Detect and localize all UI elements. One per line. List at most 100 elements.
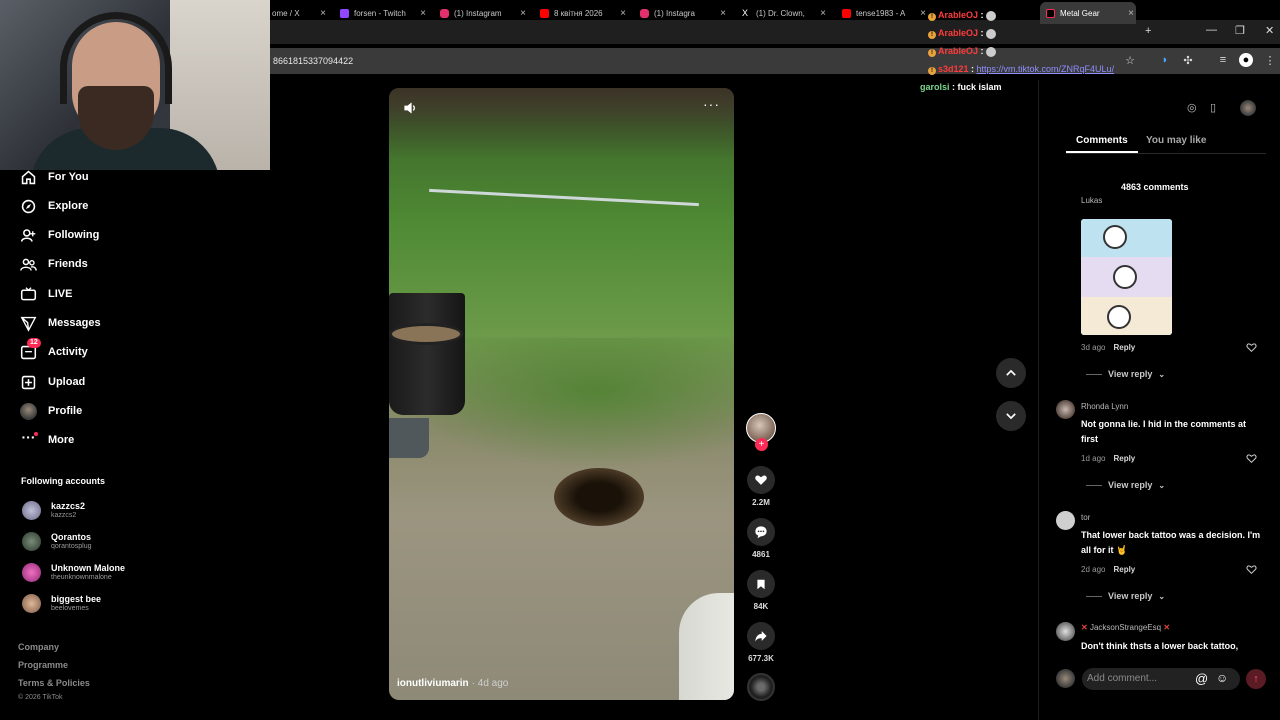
reply-button[interactable]: Reply — [1113, 565, 1135, 574]
following-account[interactable]: kazzcs2 kazzcs2 — [22, 498, 85, 522]
browser-tab[interactable]: ome / X × — [272, 2, 328, 24]
save-action[interactable]: 84K — [746, 570, 776, 611]
close-tab-icon[interactable]: × — [820, 8, 826, 19]
sidebar-item-for-you[interactable]: For You — [20, 167, 89, 187]
extension-icon[interactable]: ◗ — [1158, 53, 1172, 67]
heart-icon[interactable] — [747, 466, 775, 494]
close-window-icon[interactable]: ✕ — [1265, 24, 1274, 37]
x-logo-icon: X — [742, 7, 749, 18]
sidebar-item-label: Messages — [48, 317, 101, 329]
copyright: © 2026 TikTok — [18, 694, 63, 701]
chat-message: ! ArableOJ : — [920, 28, 997, 39]
avatar[interactable] — [1056, 511, 1075, 530]
following-account[interactable]: biggest bee beelovemes — [22, 591, 101, 615]
tab-you-may-like[interactable]: You may like — [1146, 135, 1206, 146]
puzzle-icon[interactable]: ✣ — [1181, 53, 1195, 67]
sidebar-item-label: Friends — [48, 258, 88, 270]
sidebar-item-explore[interactable]: Explore — [20, 196, 88, 216]
sidebar-item-activity[interactable]: 12 Activity — [20, 337, 88, 362]
music-disc[interactable] — [747, 673, 775, 701]
comment-username[interactable]: tor — [1081, 513, 1090, 522]
account-name: kazzcs2 — [51, 500, 86, 511]
next-video-button[interactable] — [996, 401, 1026, 431]
instagram-icon — [440, 8, 449, 18]
profile-avatar-icon[interactable]: ● — [1239, 53, 1253, 67]
restore-icon[interactable]: ❐ — [1235, 24, 1245, 37]
share-action[interactable]: 677.3K — [746, 622, 776, 663]
browser-tab-active[interactable]: Metal Gear × — [1040, 2, 1136, 24]
reply-button[interactable]: Reply — [1113, 343, 1135, 352]
bookmark-icon[interactable] — [747, 570, 775, 598]
compass-icon[interactable]: ◎ — [1187, 101, 1201, 115]
comment-action[interactable]: 4861 — [746, 518, 776, 559]
comment-icon[interactable] — [747, 518, 775, 546]
close-tab-icon[interactable]: × — [520, 8, 526, 19]
user-avatar-icon[interactable] — [1240, 100, 1256, 116]
chat-link[interactable]: https://vm.tiktok.com/ZNRqF4ULu/ — [977, 64, 1115, 74]
video-author-name: ionutliviumarin — [397, 678, 469, 689]
view-reply-button[interactable]: View reply ⌄ — [1086, 480, 1165, 490]
video-author[interactable]: ionutliviumarin · 4d ago — [397, 678, 508, 689]
minimize-icon[interactable]: — — [1206, 24, 1217, 36]
comment-username[interactable]: ✕ JacksonStrangeEsq ✕ — [1081, 623, 1170, 632]
close-tab-icon[interactable]: × — [620, 8, 626, 19]
emoji-icon[interactable]: ☺ — [1216, 671, 1228, 685]
new-tab-button[interactable]: + — [1145, 25, 1151, 37]
browser-tab[interactable]: 8 квітня 2026 × — [540, 2, 628, 24]
comment-meta: 3d ago Reply — [1081, 343, 1135, 352]
close-tab-icon[interactable]: × — [420, 8, 426, 19]
comment-image[interactable] — [1081, 219, 1172, 335]
follow-plus-icon[interactable]: + — [755, 438, 768, 451]
close-tab-icon[interactable]: × — [720, 8, 726, 19]
sidebar-item-more[interactable]: ··· More — [20, 430, 75, 450]
browser-tab[interactable]: (1) Instagra × — [640, 2, 728, 24]
chat-username: s3d121 — [938, 64, 969, 74]
close-tab-icon[interactable]: × — [320, 8, 326, 19]
avatar[interactable] — [1056, 400, 1075, 419]
following-account[interactable]: Unknown Malone theunknownmalone — [22, 560, 125, 584]
twitch-icon — [340, 8, 349, 18]
sidebar-item-messages[interactable]: Messages — [20, 313, 101, 333]
footer-link-company[interactable]: Company — [18, 642, 59, 652]
footer-link-terms[interactable]: Terms & Policies — [18, 678, 90, 688]
bookmark-star-icon[interactable]: ☆ — [1123, 53, 1137, 67]
video-player[interactable]: ··· ionutliviumarin · 4d ago — [389, 88, 734, 700]
volume-icon[interactable] — [402, 100, 418, 121]
browser-tab[interactable]: (1) Instagram × — [440, 2, 528, 24]
browser-tab[interactable]: forsen - Twitch × — [340, 2, 428, 24]
close-tab-icon[interactable]: × — [1128, 8, 1134, 19]
heart-outline-icon[interactable] — [1246, 453, 1257, 464]
sidebar-item-live[interactable]: LIVE — [20, 284, 72, 304]
reading-list-icon[interactable]: ≡ — [1216, 53, 1230, 67]
sidebar-item-following[interactable]: Following — [20, 225, 99, 245]
view-reply-label: View reply — [1108, 480, 1153, 490]
view-reply-button[interactable]: View reply ⌄ — [1086, 369, 1165, 379]
previous-video-button[interactable] — [996, 358, 1026, 388]
sidebar-item-upload[interactable]: Upload — [20, 372, 85, 392]
comment-username[interactable]: Rhonda Lynn — [1081, 402, 1128, 411]
browser-tab[interactable]: X (1) Dr. Clown, × — [742, 2, 828, 24]
mobile-icon[interactable]: ▯ — [1210, 101, 1224, 115]
menu-kebab-icon[interactable]: ⋮ — [1263, 53, 1277, 67]
browser-tab[interactable]: tense1983 - A × — [842, 2, 928, 24]
instagram-icon — [640, 8, 649, 18]
avatar[interactable] — [1056, 622, 1075, 641]
heart-outline-icon[interactable] — [1246, 564, 1257, 575]
view-reply-button[interactable]: View reply ⌄ — [1086, 591, 1165, 601]
reply-button[interactable]: Reply — [1113, 454, 1135, 463]
share-icon[interactable] — [747, 622, 775, 650]
like-action[interactable]: 2.2M — [746, 466, 776, 507]
comment-username[interactable]: Lukas — [1081, 196, 1102, 205]
sidebar-item-profile[interactable]: Profile — [20, 401, 82, 421]
following-account[interactable]: Qorantos qorantosplug — [22, 529, 91, 553]
comment-text: Not gonna lie. I hid in the comments at … — [1081, 419, 1247, 444]
sidebar-item-friends[interactable]: Friends — [20, 254, 88, 274]
tab-comments[interactable]: Comments — [1076, 135, 1128, 146]
more-options-icon[interactable]: ··· — [703, 96, 720, 112]
heart-outline-icon[interactable] — [1246, 342, 1257, 353]
footer-link-programme[interactable]: Programme — [18, 660, 68, 670]
post-comment-button[interactable]: ↑ — [1246, 669, 1266, 689]
chat-text: fuck islam — [957, 82, 1002, 92]
mention-icon[interactable]: @ — [1195, 671, 1208, 686]
account-name: Unknown Malone — [51, 562, 125, 573]
